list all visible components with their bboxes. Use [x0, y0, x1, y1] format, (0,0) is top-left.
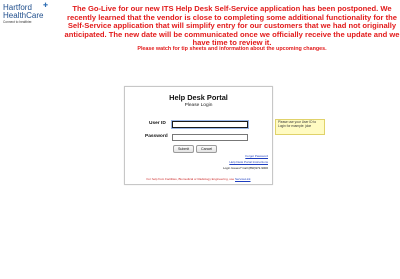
postponement-announcement: The Go-Live for our new ITS Help Desk Se… — [64, 4, 400, 48]
logo-mark-icon: ✚ — [43, 3, 49, 9]
logo-tagline: Connect to healthier. — [3, 20, 33, 24]
servicelink-link[interactable]: ServiceLink — [235, 177, 251, 181]
login-panel: Help Desk Portal Please Login User ID Pa… — [124, 86, 273, 185]
cancel-button[interactable]: Cancel — [196, 145, 218, 153]
user-id-input[interactable] — [172, 121, 248, 128]
engineering-help-note: For help from Facilities, Biomedical or … — [125, 177, 272, 181]
portal-instructions-link[interactable]: Help Desk Portal Instructions — [229, 160, 268, 164]
login-issues-text: Login Issues? Call (860)972-9000 — [222, 166, 268, 170]
engineering-help-text: For help from Facilities, Biomedical or … — [146, 177, 236, 181]
tip-sheet-notice: Please watch for tip sheets and informat… — [137, 46, 327, 52]
password-label: Password — [145, 134, 168, 139]
hartford-healthcare-logo: Hartford HealthCare Connect to healthier… — [3, 3, 65, 24]
portal-subtitle: Please Login — [184, 103, 213, 108]
portal-title: Help Desk Portal — [169, 93, 228, 102]
password-input[interactable] — [172, 134, 248, 141]
user-id-label: User ID — [149, 121, 166, 126]
user-id-tooltip: Please use your User ID to Login for exa… — [275, 119, 325, 135]
submit-button[interactable]: Submit — [173, 145, 195, 153]
forgot-password-link[interactable]: Forgot Password — [245, 154, 268, 158]
logo-line-2: HealthCare — [3, 10, 44, 20]
